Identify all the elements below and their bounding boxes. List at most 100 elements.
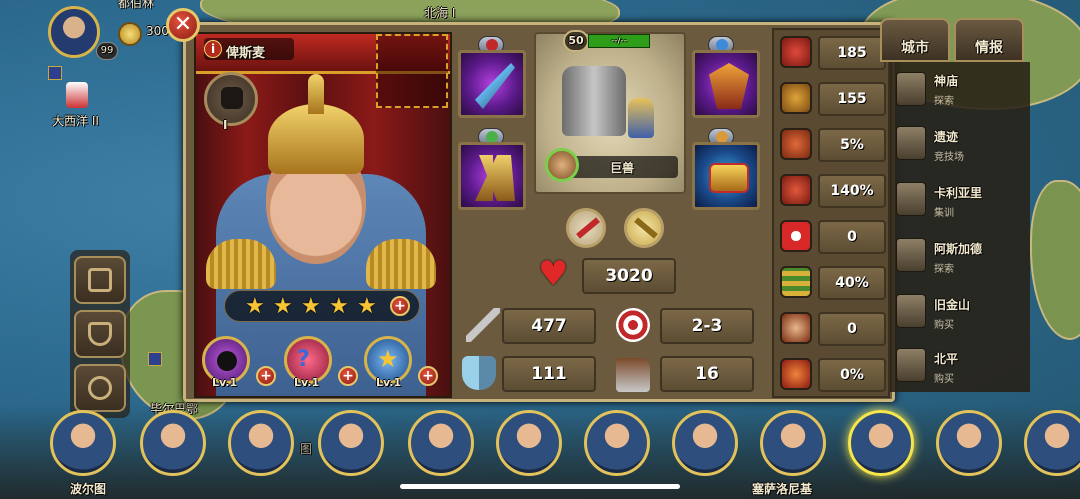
map-label-north-sea: 北海 I [424, 6, 456, 20]
hero-portrait-button[interactable] [496, 410, 562, 476]
medal-button[interactable] [204, 72, 258, 126]
city-action: 竞技场 [934, 152, 964, 163]
tab-intel[interactable]: 情报 [954, 18, 1024, 62]
equipment-armor-slot[interactable] [692, 50, 760, 118]
star-icon: ★ [273, 294, 293, 319]
skill-upgrade-button[interactable]: + [256, 366, 276, 386]
red-sword-icon [576, 217, 600, 239]
skill-level: Lv.1 [212, 376, 238, 389]
crossed-swords-icon [634, 217, 658, 239]
city-action: 探索 [934, 96, 954, 107]
star-icon: ★ [357, 294, 377, 319]
troop-commander-avatar[interactable] [545, 148, 579, 182]
equipment-accessory-slot[interactable] [692, 142, 760, 210]
star-medal-icon: ★ [377, 345, 399, 373]
stat-value: 0 [818, 312, 886, 346]
city-name[interactable]: 神庙 [934, 72, 958, 89]
hero-location-label: 波尔图 [70, 482, 107, 496]
trophy-button[interactable] [74, 310, 126, 358]
hero-helmet-art [268, 104, 364, 174]
boots-icon [475, 155, 515, 201]
city-thumbnail[interactable] [896, 294, 926, 328]
hero-location-label: 塞萨洛尼基 [752, 482, 813, 496]
fist-icon [221, 87, 243, 109]
hero-portrait-button[interactable] [408, 410, 474, 476]
stat-value: 155 [818, 82, 886, 116]
tab-city[interactable]: 城市 [880, 18, 950, 62]
equipment-weapon-slot[interactable] [458, 50, 526, 118]
epaulet-right [366, 239, 436, 289]
fire-icon [780, 358, 812, 390]
troop-level: 50 [563, 30, 589, 52]
hp-value: 3020 [582, 258, 676, 294]
player-avatar[interactable] [48, 6, 100, 58]
defense-value: 111 [502, 356, 596, 392]
sword-icon [475, 63, 515, 109]
hero-portrait-button[interactable] [50, 410, 116, 476]
city-flag-icon[interactable] [48, 66, 62, 80]
ranking-podium-button[interactable] [74, 256, 126, 304]
blade-burst-icon [780, 174, 812, 206]
city-list [890, 62, 1030, 392]
skill-upgrade-button[interactable]: + [338, 366, 358, 386]
troop-name: 巨兽 [610, 161, 635, 175]
fist-power-icon [780, 312, 812, 344]
star-icon: ★ [301, 294, 321, 319]
target-range-icon [616, 308, 650, 342]
map-label-top: 都伯林 [118, 0, 155, 10]
stat-value: 0% [818, 358, 886, 392]
shield-icon [709, 63, 749, 109]
coin-icon [118, 22, 142, 46]
lighthouse-icon[interactable] [66, 82, 88, 108]
stat-value: 0 [818, 220, 886, 254]
hero-portrait-selected[interactable] [848, 410, 914, 476]
skill-level: Lv.1 [294, 376, 320, 389]
city-thumbnail[interactable] [896, 72, 926, 106]
close-button[interactable]: ✕ [166, 8, 200, 42]
star-icon: ★ [245, 294, 265, 319]
range-value: 2-3 [660, 308, 754, 344]
epaulet-left [206, 239, 276, 289]
city-action: 集训 [934, 208, 954, 219]
crit-target-icon [780, 36, 812, 68]
city-name[interactable]: 北平 [934, 350, 958, 367]
hero-portrait-button[interactable] [584, 410, 650, 476]
upgrade-stars-button[interactable]: + [390, 296, 410, 316]
city-thumbnail[interactable] [896, 126, 926, 160]
equipment-boots-slot[interactable] [458, 142, 526, 210]
hero-portrait-button[interactable] [318, 410, 384, 476]
stat-value: 40% [818, 266, 886, 300]
city-thumbnail[interactable] [896, 348, 926, 382]
change-troop-button[interactable] [566, 208, 606, 248]
hero-portrait-button[interactable] [760, 410, 826, 476]
city-name[interactable]: 阿斯加德 [934, 240, 982, 257]
city-action: 购买 [934, 320, 954, 331]
map-landmass [1030, 180, 1080, 340]
question-mark-icon: ? [297, 347, 310, 372]
hero-portrait-button[interactable] [228, 410, 294, 476]
info-icon[interactable]: i [204, 40, 222, 58]
stat-value: 140% [818, 174, 886, 208]
city-name[interactable]: 卡利亚里 [934, 184, 982, 201]
hero-portrait-button[interactable] [672, 410, 738, 476]
gunner-art [628, 98, 654, 138]
skill-upgrade-button[interactable]: + [418, 366, 438, 386]
city-flag-icon[interactable] [148, 352, 162, 366]
city-name[interactable]: 旧金山 [934, 296, 970, 313]
stat-value: 185 [818, 36, 886, 70]
gear-icon [88, 376, 112, 400]
hero-portrait-button[interactable] [140, 410, 206, 476]
claw-icon [780, 128, 812, 160]
change-tactic-button[interactable] [624, 208, 664, 248]
bomb-icon [217, 351, 237, 371]
cannon-troop-art [562, 66, 626, 136]
heal-cross-icon [780, 220, 812, 252]
city-thumbnail[interactable] [896, 238, 926, 272]
empty-troop-slot[interactable] [376, 34, 448, 108]
hero-portrait-button[interactable] [936, 410, 1002, 476]
trophy-icon [88, 322, 112, 346]
city-thumbnail[interactable] [896, 182, 926, 216]
home-indicator[interactable] [400, 484, 680, 489]
star-icon: ★ [329, 294, 349, 319]
city-name[interactable]: 遗迹 [934, 128, 958, 145]
